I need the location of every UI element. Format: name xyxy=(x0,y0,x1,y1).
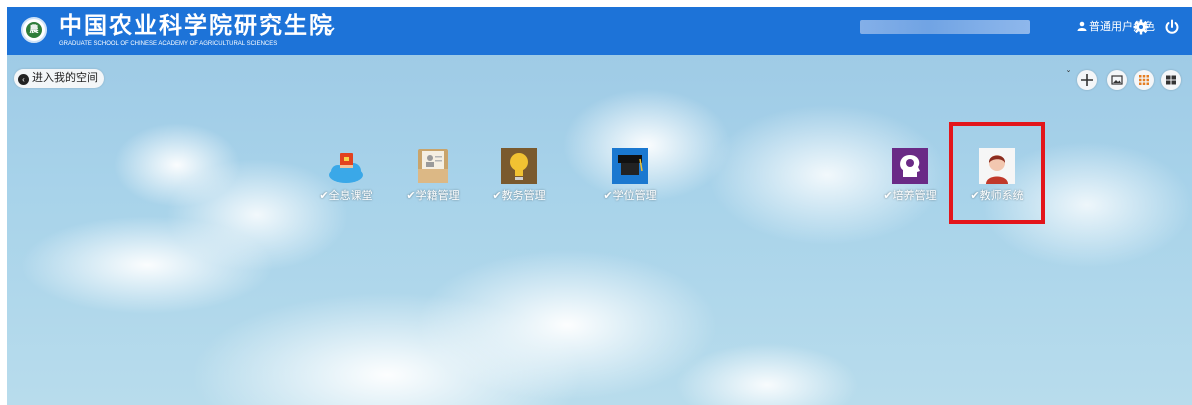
lightbulb-icon xyxy=(500,147,538,185)
head-idea-icon xyxy=(891,147,929,185)
grid-icon xyxy=(1139,75,1149,85)
user-info-blurred xyxy=(860,20,1030,34)
app-label: ✔学籍管理 xyxy=(406,190,460,202)
app-label: ✔教务管理 xyxy=(492,190,546,202)
power-icon[interactable] xyxy=(1164,19,1180,35)
app-student-status[interactable]: ✔学籍管理 xyxy=(403,147,463,202)
school-title-cn: 中国农业科学院研究生院 xyxy=(59,12,334,39)
move-tool-button[interactable] xyxy=(1077,70,1097,90)
app-training-management[interactable]: ✔培养管理 xyxy=(880,147,940,202)
enter-my-space-label: 进入我的空间 xyxy=(32,72,98,84)
app-academic-affairs[interactable]: ✔教务管理 xyxy=(489,147,549,202)
wallpaper-tool-button[interactable] xyxy=(1107,70,1127,90)
school-title-en: GRADUATE SCHOOL OF CHINESE ACADEMY OF AG… xyxy=(59,41,278,47)
back-arrow-icon: ‹ xyxy=(18,74,29,85)
file-folder-icon xyxy=(414,147,452,185)
image-icon xyxy=(1111,75,1123,85)
small-caret-icon: ˇ xyxy=(1066,70,1071,81)
move-icon xyxy=(1081,74,1093,86)
app-quanxi-classroom[interactable]: ✔全息课堂 xyxy=(316,147,376,202)
chevron-down-icon[interactable] xyxy=(324,21,336,41)
grid-view-button[interactable] xyxy=(1134,70,1154,90)
app-label: ✔学位管理 xyxy=(603,190,657,202)
school-logo-emblem: 農 xyxy=(26,22,42,38)
graduation-cap-icon xyxy=(611,147,649,185)
tiles-icon xyxy=(1166,75,1176,85)
app-label: ✔培养管理 xyxy=(883,190,937,202)
gear-icon[interactable] xyxy=(1133,19,1149,35)
app-label: ✔全息课堂 xyxy=(319,190,373,202)
app-degree-management[interactable]: ✔学位管理 xyxy=(600,147,660,202)
tile-view-button[interactable] xyxy=(1161,70,1181,90)
sky-background xyxy=(7,55,1192,405)
enter-my-space-button[interactable]: ‹ 进入我的空间 xyxy=(14,69,104,88)
user-icon xyxy=(1077,20,1087,31)
school-logo[interactable]: 農 xyxy=(21,17,47,43)
highlight-box xyxy=(949,122,1045,224)
cloud-book-icon xyxy=(327,147,365,185)
